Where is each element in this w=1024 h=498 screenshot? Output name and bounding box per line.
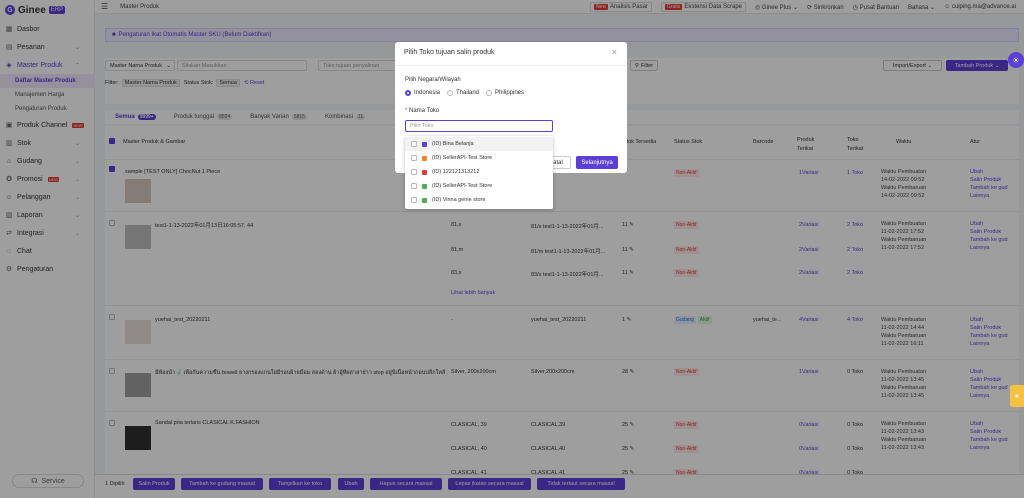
store-option-label: (ID) SellerAPI-Test Store (432, 183, 493, 189)
store-option[interactable]: (ID) SellerAPI-Test Store (405, 151, 553, 165)
help-bulb-icon[interactable]: ☀ (1008, 52, 1024, 68)
store-label-text: Nama Toko (409, 108, 440, 114)
floating-tool-icon[interactable]: ★ (1010, 385, 1024, 407)
radio-philippines[interactable]: Philippines (486, 90, 524, 96)
store-option[interactable]: (ID) SellerAPI-Test Store (405, 179, 553, 193)
store-option-label: (ID) 122121313212 (432, 169, 480, 175)
next-button[interactable]: Selanjutnya (576, 156, 618, 169)
store-checkbox[interactable] (411, 197, 417, 203)
store-logo-icon (422, 155, 427, 161)
radio-indonesia[interactable]: Indonesia (405, 90, 440, 96)
store-select-input[interactable]: Pilih Toko (405, 120, 553, 132)
modal-title: Pilih Toko tujuan salin produk (404, 49, 495, 56)
radio-dot (447, 90, 453, 96)
store-logo-icon (422, 141, 427, 147)
store-option-label: (ID) Vinna genie store (432, 197, 486, 203)
store-option-label: (ID) Bina Belanja (432, 141, 474, 147)
close-icon[interactable]: × (612, 47, 617, 57)
country-label: Pilih Negara/Wilayah (405, 77, 461, 83)
store-option[interactable]: (ID) Vinna genie store (405, 193, 553, 207)
store-checkbox[interactable] (411, 183, 417, 189)
store-dropdown: (ID) Bina Belanja (ID) SellerAPI-Test St… (405, 136, 553, 209)
radio-dot (405, 90, 411, 96)
store-select-placeholder: Pilih Toko (410, 123, 434, 129)
radio-thailand[interactable]: Thailand (447, 90, 479, 96)
radio-label: Thailand (456, 90, 480, 96)
modal-divider (395, 65, 627, 66)
store-checkbox[interactable] (411, 155, 417, 161)
radio-label: Indonesia (414, 90, 441, 96)
radio-label: Philippines (495, 90, 525, 96)
radio-dot (486, 90, 492, 96)
store-checkbox[interactable] (411, 141, 417, 147)
store-logo-icon (422, 169, 427, 175)
store-label: * Nama Toko (405, 108, 440, 114)
store-option[interactable]: (ID) Bina Belanja (405, 137, 553, 151)
store-option-label: (ID) SellerAPI-Test Store (432, 155, 493, 161)
store-option[interactable]: (ID) 122121313212 (405, 165, 553, 179)
store-logo-icon (422, 183, 427, 189)
store-logo-icon (422, 197, 427, 203)
store-checkbox[interactable] (411, 169, 417, 175)
